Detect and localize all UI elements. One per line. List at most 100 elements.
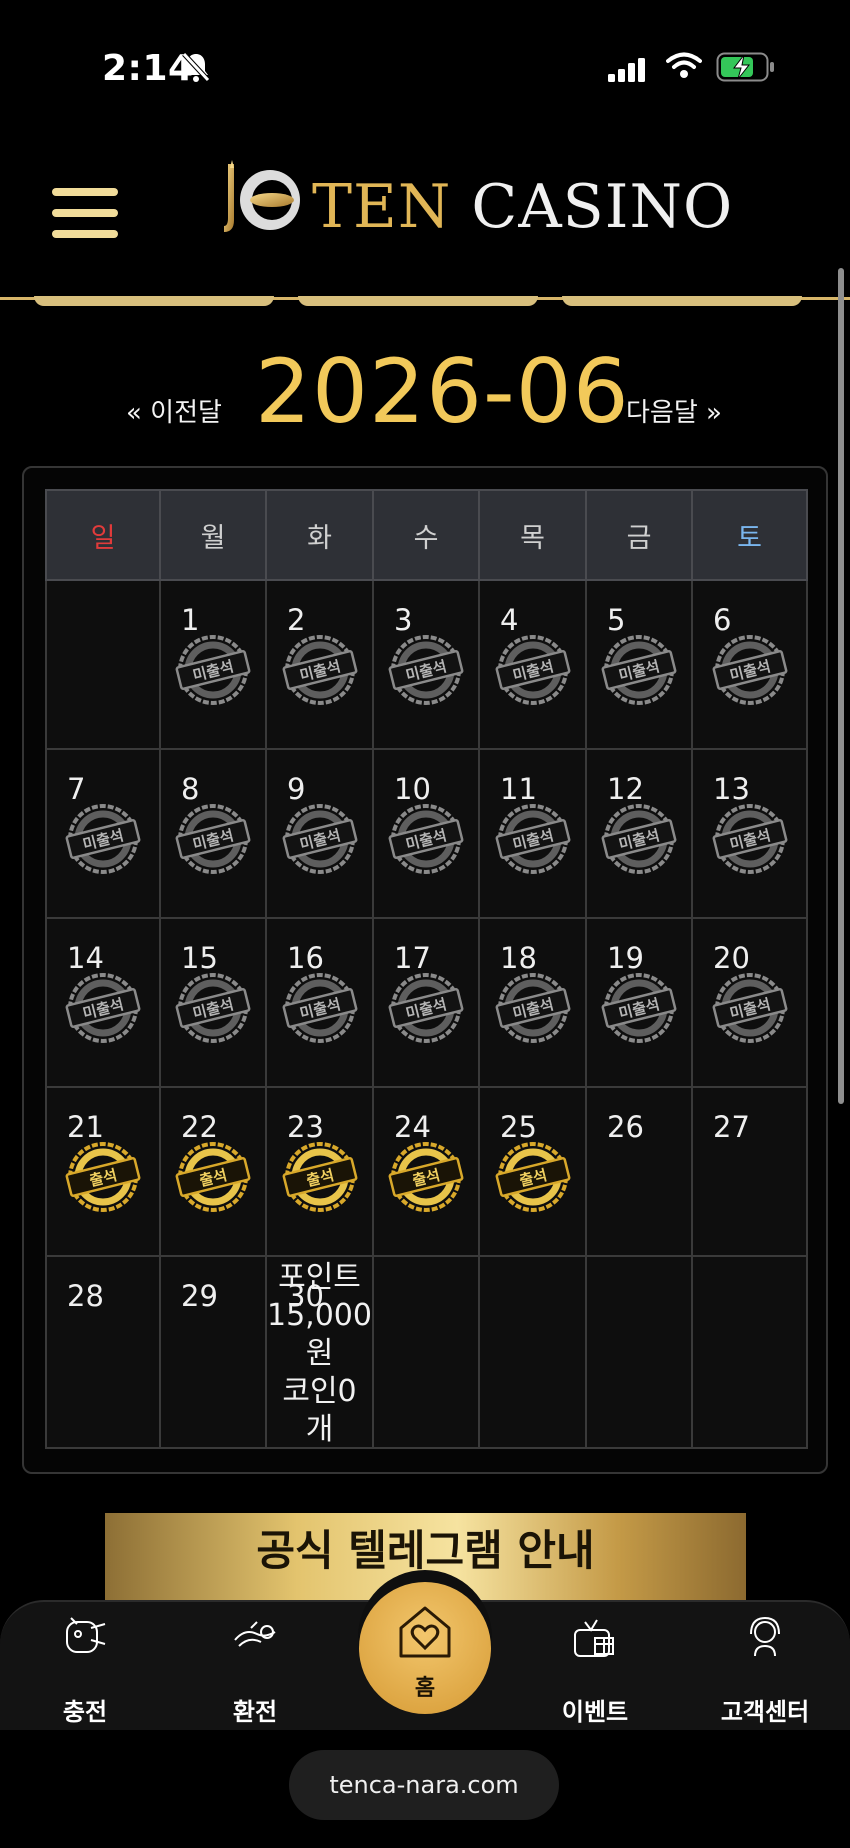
day-number: 26	[607, 1110, 644, 1144]
charge-icon	[66, 1617, 106, 1653]
calendar-week-row: 1 미출석 2 미출석 3 미출석 4 미출석 5 미출석 6 미출석	[45, 579, 808, 750]
calendar-day-cell[interactable]: 22 출석	[159, 1086, 267, 1257]
nav-charge-label: 충전	[62, 1698, 108, 1726]
calendar-day-cell[interactable]: 26	[585, 1086, 693, 1257]
calendar-day-cell[interactable]: 6 미출석	[691, 579, 808, 750]
absent-stamp-icon: 미출석	[495, 632, 571, 708]
calendar-day-cell[interactable]: 15 미출석	[159, 917, 267, 1088]
calendar-day-cell[interactable]: 25 출석	[478, 1086, 587, 1257]
gift-tv-icon	[574, 1619, 614, 1657]
nav-exchange[interactable]: 환전	[170, 1602, 340, 1726]
present-stamp-icon: 출석	[282, 1139, 358, 1215]
weekday-sun: 일	[45, 489, 161, 581]
calendar-week-row: 14 미출석 15 미출석 16 미출석 17 미출석 18 미출석 19 미출석 20 미출석	[45, 917, 808, 1088]
absent-stamp-icon: 미출석	[601, 632, 677, 708]
logo-wordmark: TEN CASINO	[312, 172, 734, 242]
calendar-day-cell[interactable]: 1 미출석	[159, 579, 267, 750]
weekday-mon: 월	[159, 489, 267, 581]
calendar-day-cell[interactable]: 14 미출석	[45, 917, 161, 1088]
absent-stamp-icon: 미출석	[175, 801, 251, 877]
home-heart-icon	[399, 1606, 451, 1658]
calendar-empty-cell	[691, 1255, 808, 1449]
calendar-day-cell[interactable]: 19 미출석	[585, 917, 693, 1088]
calendar-week-row: 21 출석 22 출석 23 출석 24 출석 25 출석 26 27	[45, 1086, 808, 1257]
absent-stamp-icon: 미출석	[175, 632, 251, 708]
calendar-day-cell[interactable]: 12 미출석	[585, 748, 693, 919]
weekday-thu: 목	[478, 489, 587, 581]
calendar-day-cell[interactable]: 24 출석	[372, 1086, 480, 1257]
calendar-table: 일 월 화 수 목 금 토 1 미출석 2 미출석 3 미출석 4 미출석 5 미출석 6 미출석 7 미…	[45, 489, 808, 1449]
calendar-empty-cell	[372, 1255, 480, 1449]
bell-muted-icon	[182, 52, 210, 82]
present-stamp-icon: 출석	[495, 1139, 571, 1215]
absent-stamp-icon: 미출석	[712, 970, 788, 1046]
calendar-day-cell[interactable]: 27	[691, 1086, 808, 1257]
calendar-day-cell[interactable]: 18 미출석	[478, 917, 587, 1088]
battery-charging-icon	[716, 52, 774, 82]
calendar-day-cell[interactable]: 2 미출석	[265, 579, 374, 750]
calendar-day-cell[interactable]: 11 미출석	[478, 748, 587, 919]
tab-strip-left[interactable]	[34, 296, 274, 306]
nav-event[interactable]: 이벤트	[510, 1602, 680, 1726]
calendar-day-cell[interactable]: 21 출석	[45, 1086, 161, 1257]
calendar-day-cell[interactable]: 5 미출석	[585, 579, 693, 750]
absent-stamp-icon: 미출석	[495, 970, 571, 1046]
attendance-calendar: 일 월 화 수 목 금 토 1 미출석 2 미출석 3 미출석 4 미출석 5 미출석 6 미출석 7 미…	[22, 466, 828, 1474]
calendar-day-cell[interactable]: 20 미출석	[691, 917, 808, 1088]
calendar-empty-cell	[45, 579, 161, 750]
tab-strip-center[interactable]	[298, 296, 538, 306]
point-tooltip-line: 15,000	[267, 1298, 372, 1333]
exchange-icon	[234, 1621, 276, 1647]
browser-url-bar[interactable]: tenca-nara.com	[289, 1750, 559, 1820]
calendar-day-cell[interactable]: 28	[45, 1255, 161, 1449]
day-number: 29	[181, 1279, 218, 1313]
absent-stamp-icon: 미출석	[282, 632, 358, 708]
nav-support[interactable]: 고객센터	[680, 1602, 850, 1726]
absent-stamp-icon: 미출석	[282, 970, 358, 1046]
calendar-empty-cell	[585, 1255, 693, 1449]
calendar-day-cell[interactable]: 7 미출석	[45, 748, 161, 919]
calendar-day-cell[interactable]: 4 미출석	[478, 579, 587, 750]
calendar-day-cell[interactable]: 10 미출석	[372, 748, 480, 919]
calendar-empty-cell	[478, 1255, 587, 1449]
point-tooltip-line: 코인0	[282, 1374, 357, 1409]
calendar-day-cell[interactable]: 13 미출석	[691, 748, 808, 919]
headset-icon	[750, 1616, 780, 1657]
point-tooltip-line: 원	[305, 1336, 334, 1371]
month-navigation: « 이전달 2026-06 다음달 »	[0, 340, 850, 443]
present-stamp-icon: 출석	[175, 1139, 251, 1215]
calendar-day-cell[interactable]: 30 포인트 15,000 원 코인0 개	[265, 1255, 374, 1449]
absent-stamp-icon: 미출석	[388, 801, 464, 877]
present-stamp-icon: 출석	[388, 1139, 464, 1215]
point-tooltip-line: 개	[305, 1412, 334, 1447]
status-bar: 2:14	[0, 0, 850, 130]
nav-charge[interactable]: 충전	[0, 1602, 170, 1726]
calendar-day-cell[interactable]: 23 출석	[265, 1086, 374, 1257]
absent-stamp-icon: 미출석	[601, 970, 677, 1046]
tab-strip-right[interactable]	[562, 296, 802, 306]
prev-month-link[interactable]: « 이전달	[126, 392, 222, 429]
weekday-sat: 토	[691, 489, 808, 581]
absent-stamp-icon: 미출석	[65, 801, 141, 877]
point-tooltip: 포인트 15,000 원 코인0 개	[267, 1259, 372, 1449]
calendar-day-cell[interactable]: 3 미출석	[372, 579, 480, 750]
hamburger-menu-button[interactable]	[52, 188, 118, 246]
calendar-day-cell[interactable]: 17 미출석	[372, 917, 480, 1088]
weekday-tue: 화	[265, 489, 374, 581]
calendar-day-cell[interactable]: 16 미출석	[265, 917, 374, 1088]
cellular-signal-icon	[608, 58, 645, 82]
nav-home-label: 홈	[414, 1676, 436, 1701]
calendar-day-cell[interactable]: 9 미출석	[265, 748, 374, 919]
absent-stamp-icon: 미출석	[712, 632, 788, 708]
wifi-icon	[666, 52, 702, 78]
nav-home-button[interactable]: 홈	[359, 1582, 491, 1714]
calendar-day-cell[interactable]: 29	[159, 1255, 267, 1449]
current-month: 2026-06	[255, 340, 630, 443]
absent-stamp-icon: 미출석	[282, 801, 358, 877]
calendar-day-cell[interactable]: 8 미출석	[159, 748, 267, 919]
absent-stamp-icon: 미출석	[65, 970, 141, 1046]
nav-support-label: 고객센터	[720, 1698, 810, 1726]
next-month-link[interactable]: 다음달 »	[626, 392, 722, 429]
nav-event-label: 이벤트	[561, 1698, 629, 1726]
ten-casino-logo[interactable]: TEN CASINO	[220, 160, 732, 242]
